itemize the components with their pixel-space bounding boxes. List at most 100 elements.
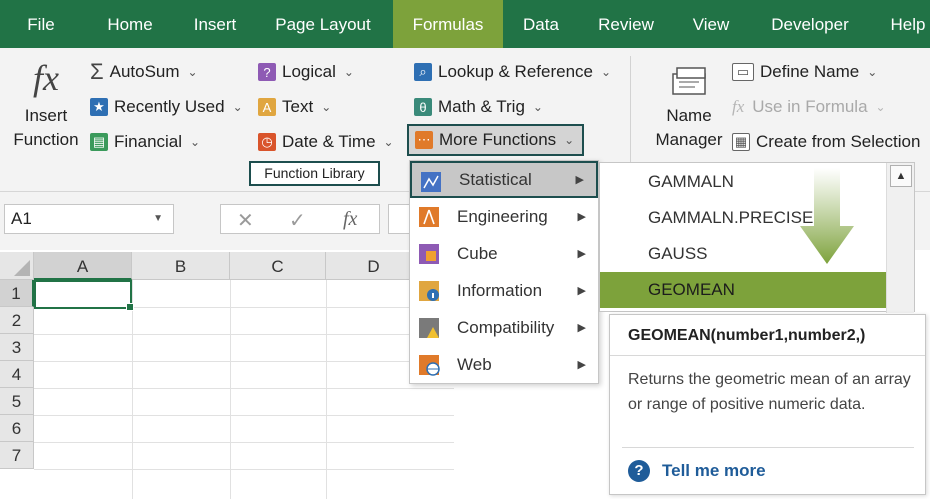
name-box[interactable]: A1 ▼ (4, 204, 174, 234)
more-dots-icon: ⋯ (415, 131, 433, 149)
tab-data[interactable]: Data (510, 0, 572, 48)
math-trig-label: Math & Trig (438, 97, 525, 116)
statistical-chart-icon (421, 172, 441, 192)
tag-icon: ▭ (732, 63, 754, 81)
ledger-icon: ▤ (90, 133, 108, 151)
gridline (34, 415, 454, 416)
define-name-button[interactable]: ▭ Define Name ⌄ (732, 58, 877, 86)
more-functions-button[interactable]: ⋯ More Functions ⌄ (407, 124, 585, 156)
function-item-geomean[interactable]: GEOMEAN (600, 272, 890, 308)
autosum-button[interactable]: Σ AutoSum ⌄ (90, 58, 198, 86)
chevron-down-icon: ⌄ (867, 65, 878, 79)
name-tags-icon (672, 67, 706, 95)
tooltip-divider (622, 447, 914, 448)
insert-function-label-1: Insert (24, 106, 68, 125)
name-manager-label-2: Manager (655, 130, 723, 149)
text-a-icon: A (258, 98, 276, 116)
scroll-up-icon[interactable]: ▲ (890, 165, 912, 187)
menu-item-cube[interactable]: Cube ▶ (410, 235, 598, 272)
name-manager-button[interactable]: Name Manager (648, 62, 730, 152)
tab-formulas[interactable]: Formulas (393, 0, 503, 48)
menu-item-label: Cube (457, 243, 498, 263)
tab-developer[interactable]: Developer (754, 0, 866, 48)
menu-item-engineering[interactable]: Engineering ▶ (410, 198, 598, 235)
select-all-corner[interactable] (0, 252, 34, 280)
submenu-arrow-icon: ▶ (577, 248, 586, 260)
tab-page-layout[interactable]: Page Layout (262, 0, 384, 48)
tab-insert[interactable]: Insert (180, 0, 250, 48)
function-list-scrollbar[interactable]: ▲ (886, 163, 914, 313)
column-header-a[interactable]: A (34, 252, 132, 280)
row-header-1[interactable]: 1 (0, 280, 34, 307)
gridline (34, 469, 454, 470)
menu-item-label: Statistical (459, 169, 532, 189)
logical-label: Logical (282, 62, 336, 81)
lookup-reference-button[interactable]: ⌕ Lookup & Reference ⌄ (414, 58, 611, 86)
chevron-down-icon: ⌄ (875, 100, 886, 114)
insert-function-label-2: Function (13, 130, 79, 149)
row-header-3[interactable]: 3 (0, 334, 34, 361)
column-header-c[interactable]: C (230, 252, 326, 280)
compatibility-warning-icon (419, 318, 439, 338)
clock-icon: ◷ (258, 133, 276, 151)
tell-me-more-label: Tell me more (662, 461, 766, 480)
menu-item-compatibility[interactable]: Compatibility ▶ (410, 309, 598, 346)
chevron-down-icon: ⌄ (232, 100, 243, 114)
menu-item-information[interactable]: Information ▶ (410, 272, 598, 309)
logical-button[interactable]: ? Logical ⌄ (258, 58, 354, 86)
tooltip-description: Returns the geometric mean of an array o… (628, 371, 911, 413)
sigma-icon: Σ (90, 59, 104, 84)
gridline (230, 280, 231, 499)
name-manager-label-1: Name (666, 106, 712, 125)
insert-function-fx-icon[interactable]: fx (343, 208, 357, 231)
theta-icon: θ (414, 98, 432, 116)
recently-used-button[interactable]: ★ Recently Used ⌄ (90, 93, 243, 121)
ribbon-tab-bar: File Home Insert Page Layout Formulas Da… (0, 0, 930, 48)
text-label: Text (282, 97, 314, 116)
more-functions-menu: Statistical ▶ Engineering ▶ Cube ▶ Infor… (409, 160, 599, 384)
date-time-button[interactable]: ◷ Date & Time ⌄ (258, 128, 394, 156)
text-button[interactable]: A Text ⌄ (258, 93, 331, 121)
magnifier-book-icon: ⌕ (414, 63, 432, 81)
menu-item-statistical[interactable]: Statistical ▶ (410, 161, 598, 198)
tab-file[interactable]: File (14, 0, 68, 48)
create-from-selection-label: Create from Selection (756, 132, 921, 151)
chevron-down-icon: ⌄ (564, 133, 575, 147)
statistical-function-list: GAMMALN GAMMALN.PRECISE GAUSS GEOMEAN (599, 162, 915, 312)
checkmark-icon[interactable]: ✓ (289, 208, 306, 233)
gridline (326, 280, 327, 499)
row-header-5[interactable]: 5 (0, 388, 34, 415)
recently-used-label: Recently Used (114, 97, 225, 116)
information-icon (419, 281, 439, 301)
row-header-6[interactable]: 6 (0, 415, 34, 442)
submenu-arrow-icon: ▶ (575, 174, 584, 186)
tab-home[interactable]: Home (90, 0, 170, 48)
chevron-down-icon: ⌄ (601, 65, 612, 79)
chevron-down-icon: ⌄ (343, 65, 354, 79)
active-cell-a1[interactable] (34, 280, 134, 311)
tab-view[interactable]: View (680, 0, 742, 48)
row-header-2[interactable]: 2 (0, 307, 34, 334)
submenu-arrow-icon: ▶ (577, 285, 586, 297)
cancel-icon[interactable]: ✕ (237, 208, 254, 233)
tab-help[interactable]: Help (878, 0, 930, 48)
row-header-4[interactable]: 4 (0, 361, 34, 388)
create-from-selection-button[interactable]: ▦ Create from Selection (732, 128, 920, 156)
menu-item-web[interactable]: Web ▶ (410, 346, 598, 383)
menu-item-label: Engineering (457, 206, 548, 226)
math-trig-button[interactable]: θ Math & Trig ⌄ (414, 93, 543, 121)
engineering-compass-icon (419, 207, 439, 227)
use-in-formula-label: Use in Formula (752, 97, 868, 116)
use-in-formula-button[interactable]: fx Use in Formula ⌄ (732, 93, 886, 121)
more-functions-label: More Functions (439, 130, 557, 149)
chevron-down-icon[interactable]: ▼ (153, 205, 163, 233)
menu-item-label: Compatibility (457, 317, 555, 337)
column-header-d[interactable]: D (326, 252, 422, 280)
insert-function-button[interactable]: fx Insert Function (8, 58, 84, 152)
financial-button[interactable]: ▤ Financial ⌄ (90, 128, 200, 156)
tab-review[interactable]: Review (584, 0, 668, 48)
column-header-b[interactable]: B (132, 252, 230, 280)
tell-me-more-link[interactable]: ? Tell me more (628, 460, 766, 482)
row-header-7[interactable]: 7 (0, 442, 34, 469)
financial-label: Financial (114, 132, 183, 151)
